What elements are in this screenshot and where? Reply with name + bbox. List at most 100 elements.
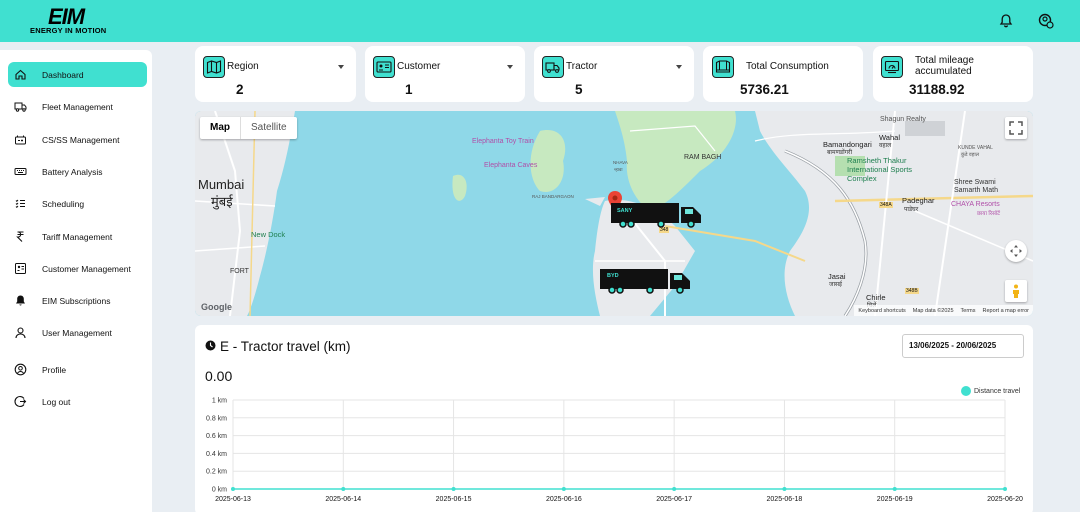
map-label-wahal-mr: वहाल xyxy=(879,143,892,149)
region-card[interactable]: Region 2 xyxy=(195,46,356,102)
map-label-bamandongari-mr: बामणडोंगरी xyxy=(827,150,853,156)
profile-circle-icon xyxy=(14,363,27,376)
sidebar-item-label: Log out xyxy=(42,396,71,407)
keyboard-shortcuts-link[interactable]: Keyboard shortcuts xyxy=(858,308,905,314)
sidebar-item-label: Dashboard xyxy=(42,69,84,80)
map-attribution-bar: Keyboard shortcuts Map data ©2025 Terms … xyxy=(854,305,1033,316)
sidebar-item-profile[interactable]: Profile xyxy=(8,357,147,382)
sidebar-item-log-out[interactable]: Log out xyxy=(8,389,147,414)
map-type-map-button[interactable]: Map xyxy=(200,117,240,139)
report-map-error-link[interactable]: Report a map error xyxy=(983,308,1029,314)
map-label-nhava-mr: न्हावा xyxy=(614,167,623,172)
eim-logo[interactable]: EIM ENERGY IN MOTION xyxy=(30,6,122,36)
pan-arrows-icon xyxy=(1010,245,1022,257)
sidebar-item-label: CS/SS Management xyxy=(42,134,120,145)
notification-bell-icon[interactable] xyxy=(997,12,1015,30)
sidebar-item-label: Battery Analysis xyxy=(42,166,103,177)
region-dropdown-caret[interactable] xyxy=(338,65,344,69)
x-tick-label: 2025-06-19 xyxy=(877,496,913,503)
map-label-chaya-resorts: CHAYA Resorts xyxy=(951,201,1000,208)
map-type-satellite-button[interactable]: Satellite xyxy=(240,117,297,139)
card-title: Total mileage accumulated xyxy=(915,55,974,77)
sidebar-item-cs-ss-management[interactable]: CS/SS Management xyxy=(8,127,147,152)
pegman-icon xyxy=(1013,284,1019,298)
total-mileage-card: Total mileage accumulated 31188.92 xyxy=(873,46,1033,102)
tractor-card[interactable]: Tractor 5 xyxy=(534,46,694,102)
book-icon xyxy=(712,56,734,78)
sidebar: Dashboard Fleet Management CS/SS Managem… xyxy=(0,50,152,512)
customer-dropdown-caret[interactable] xyxy=(507,65,513,69)
tractor-travel-card: E - Tractor travel (km) 13/06/2025 - 20/… xyxy=(195,325,1033,512)
card-title-line1: Total mileage xyxy=(915,55,974,66)
sidebar-item-battery-analysis[interactable]: Battery Analysis xyxy=(8,159,147,184)
data-point xyxy=(892,487,897,491)
sidebar-item-label: Scheduling xyxy=(42,198,85,209)
keyboard-icon xyxy=(14,168,27,175)
customer-card[interactable]: Customer 1 xyxy=(365,46,525,102)
card-value: 2 xyxy=(236,82,244,97)
y-tick-label: 0 km xyxy=(212,487,227,494)
card-title: Region xyxy=(227,61,259,72)
x-tick-label: 2025-06-16 xyxy=(546,496,582,503)
sidebar-item-label: Fleet Management xyxy=(42,101,113,112)
bell-icon xyxy=(16,295,25,306)
map-road-348b: 348B xyxy=(905,288,919,294)
fullscreen-button[interactable] xyxy=(1005,117,1027,139)
sidebar-item-customer-management[interactable]: Customer Management xyxy=(8,256,147,281)
map-label-padeghar-mr: पाडेघर xyxy=(904,207,919,213)
y-tick-label: 0.2 km xyxy=(206,469,227,476)
sidebar-item-user-management[interactable]: User Management xyxy=(8,320,147,345)
terms-link[interactable]: Terms xyxy=(961,308,976,314)
truck-label: BYD xyxy=(607,273,619,279)
sidebar-item-label: EIM Subscriptions xyxy=(42,295,111,306)
data-point xyxy=(672,487,677,491)
map-road-348a: 348A xyxy=(879,202,893,208)
map-label-jasai-mr: जासई xyxy=(829,282,843,288)
map-label-ramsheth-complex: Complex xyxy=(847,174,877,183)
map-pan-control[interactable] xyxy=(1005,240,1027,262)
id-card-icon xyxy=(15,263,26,274)
sidebar-item-fleet-management[interactable]: Fleet Management xyxy=(8,94,147,119)
truck-icon xyxy=(14,102,27,112)
data-point xyxy=(782,487,787,491)
home-icon xyxy=(15,69,26,80)
truck-icon xyxy=(600,269,690,294)
y-tick-label: 0.6 km xyxy=(206,433,227,440)
street-view-pegman[interactable] xyxy=(1005,280,1027,302)
sidebar-item-scheduling[interactable]: Scheduling xyxy=(8,191,147,216)
y-tick-label: 1 km xyxy=(212,398,227,405)
tractor-dropdown-caret[interactable] xyxy=(676,65,682,69)
fullscreen-icon xyxy=(1009,121,1023,135)
truck-marker-sany[interactable]: SANY xyxy=(611,201,703,234)
map-label-elephanta-caves: Elephanta Caves xyxy=(484,162,538,169)
battery-station-icon xyxy=(15,135,26,145)
sidebar-item-label: Profile xyxy=(42,364,67,375)
truck-icon xyxy=(611,203,701,228)
map-icon xyxy=(203,56,225,78)
truck-marker-byd[interactable]: BYD xyxy=(600,267,692,300)
y-tick-label: 0.4 km xyxy=(206,451,227,458)
sidebar-item-eim-subscriptions[interactable]: EIM Subscriptions xyxy=(8,288,147,313)
fleet-map[interactable]: Map Satellite Mumbai मुंबई New Dock FORT… xyxy=(195,111,1033,316)
map-label-fort: FORT xyxy=(230,268,249,275)
map-data-text: Map data ©2025 xyxy=(912,307,954,314)
data-point xyxy=(1003,487,1007,491)
sidebar-item-dashboard[interactable]: Dashboard xyxy=(8,62,147,87)
x-tick-label: 2025-06-13 xyxy=(215,496,251,503)
y-tick-label: 0.8 km xyxy=(206,415,227,422)
sidebar-item-tariff-management[interactable]: Tariff Management xyxy=(8,224,147,249)
card-title: Tractor xyxy=(566,61,598,72)
sidebar-item-label: Tariff Management xyxy=(42,231,113,242)
data-point xyxy=(451,487,456,491)
map-label-shree-swami: Shree Swami xyxy=(954,179,996,186)
google-logo: Google xyxy=(201,302,232,312)
total-consumption-card: Total Consumption 5736.21 xyxy=(703,46,863,102)
sidebar-item-label: Customer Management xyxy=(42,263,131,274)
logo-sub: ENERGY IN MOTION xyxy=(30,26,107,35)
account-settings-icon[interactable] xyxy=(1037,12,1055,30)
data-point xyxy=(341,487,346,491)
map-label-kunde-vahal-mr: कुंडे वहाल xyxy=(961,152,980,158)
map-label-ramsheth-international: International Sports xyxy=(847,165,913,174)
map-label-nhava: NHAVA xyxy=(613,160,628,165)
card-value: 1 xyxy=(405,82,413,97)
